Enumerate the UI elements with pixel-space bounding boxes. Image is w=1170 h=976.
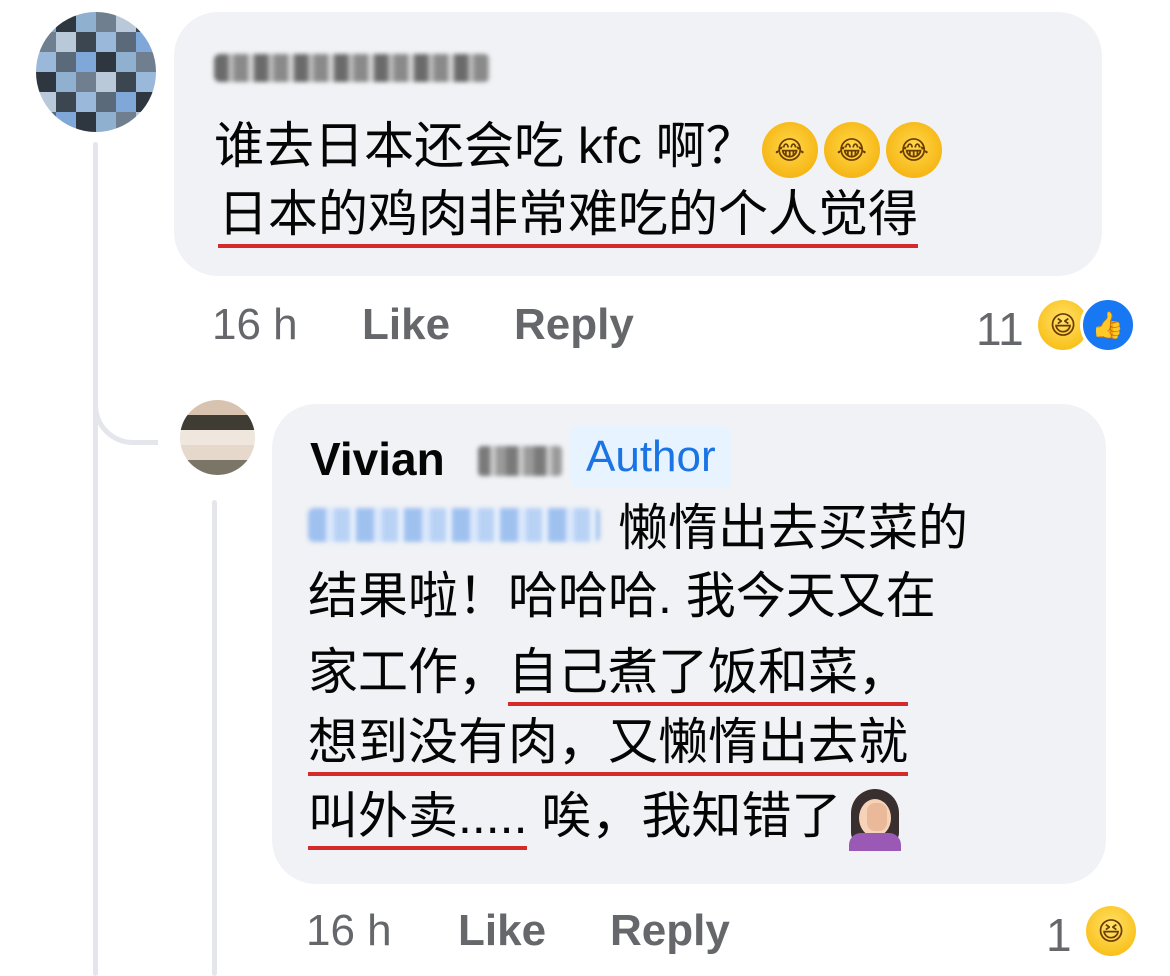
- author-badge: Author: [570, 426, 732, 488]
- reply-reaction-count[interactable]: 1: [1046, 908, 1072, 962]
- comment-like-button[interactable]: Like: [362, 300, 450, 350]
- underlined-text: 自己煮了饭和菜，: [508, 644, 908, 706]
- reply-timestamp[interactable]: 16 h: [306, 906, 392, 956]
- rofl-emoji-icon: 😂: [761, 121, 818, 178]
- comment-reply-button[interactable]: Reply: [514, 300, 634, 350]
- underlined-text: 叫外卖.....: [308, 788, 528, 850]
- thread-connector-line: [93, 142, 98, 976]
- avatar-commenter[interactable]: [36, 12, 156, 132]
- comment-text-line-2: 日本的鸡肉非常难吃的个人觉得: [218, 182, 918, 248]
- rofl-emoji-icon: 😂: [885, 121, 942, 178]
- haha-reaction-icon[interactable]: 😆: [1086, 906, 1136, 956]
- comment-timestamp[interactable]: 16 h: [212, 300, 298, 350]
- reply-reply-button[interactable]: Reply: [610, 906, 730, 956]
- commenter-name-blurred[interactable]: [214, 54, 490, 82]
- reply-text-line-3: 家工作，自己煮了饭和菜，: [308, 640, 908, 706]
- woman-facepalming-emoji-icon: [845, 788, 905, 851]
- comment-bubble: 谁去日本还会吃 kfc 啊？ 😂 😂 😂 日本的鸡肉非常难吃的个人觉得: [174, 12, 1102, 276]
- mentioned-user-tag-blurred[interactable]: [308, 508, 600, 542]
- reply-text-line-2: 结果啦！哈哈哈. 我今天又在: [308, 568, 936, 624]
- reply-text-line-5: 叫外卖..... 唉，我知错了: [308, 784, 905, 851]
- reply-bubble: Vivian Author 懒惰出去买菜的 结果啦！哈哈哈. 我今天又在 家工作…: [272, 404, 1106, 884]
- avatar-vivian[interactable]: [180, 400, 255, 475]
- underlined-text: 想到没有肉，又懒惰出去就: [308, 714, 908, 776]
- comment-reaction-count[interactable]: 11: [976, 302, 1024, 356]
- underlined-text: 日本的鸡肉非常难吃的个人觉得: [218, 186, 918, 248]
- reply-author-name[interactable]: Vivian: [310, 432, 445, 486]
- comment-text-line-1: 谁去日本还会吃 kfc 啊？ 😂 😂 😂: [214, 114, 942, 178]
- reply-text-line-4: 想到没有肉，又懒惰出去就: [308, 710, 908, 776]
- reply-text-line-1: 懒惰出去买菜的: [618, 500, 968, 556]
- reply-like-button[interactable]: Like: [458, 906, 546, 956]
- rofl-emoji-icon: 😂: [823, 121, 880, 178]
- like-reaction-icon[interactable]: 👍: [1080, 297, 1136, 353]
- thread-reply-connector: [93, 360, 158, 445]
- reply-author-surname-blurred[interactable]: [478, 446, 562, 476]
- reply-connector-line: [212, 500, 217, 976]
